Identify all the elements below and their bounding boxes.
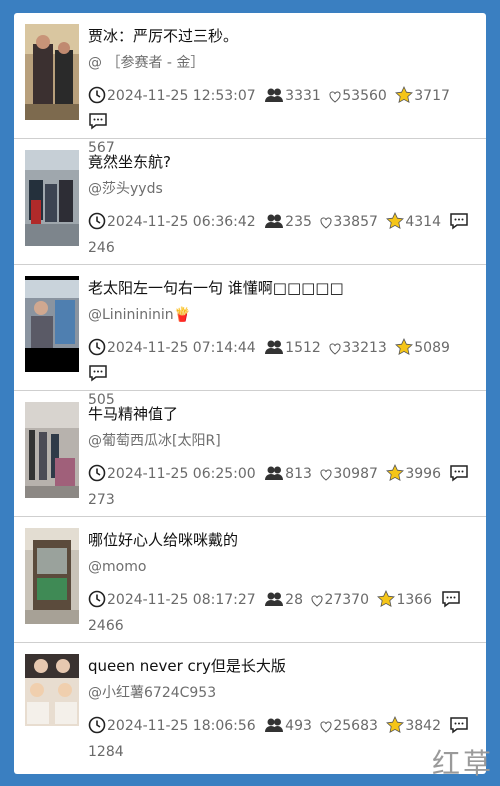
post-stars: 4314	[405, 214, 441, 230]
post-likes: 30987	[333, 466, 378, 482]
clock-icon	[88, 716, 106, 734]
post-date: 2024-11-25 18:06:56	[107, 718, 256, 734]
post-stars: 1366	[396, 592, 433, 608]
heart-icon	[320, 469, 332, 481]
post-list: 贾冰：严厉不过三秒。 @ ［参赛者 - 金］ 2024-11-25 12:53:…	[14, 13, 486, 774]
post-views: 3331	[285, 88, 321, 104]
post-author[interactable]: @葡萄西瓜冰[太阳R]	[88, 430, 474, 452]
heart-icon	[311, 595, 323, 607]
users-icon	[265, 214, 284, 228]
post-author[interactable]: @ ［参赛者 - 金］	[88, 52, 474, 74]
users-icon	[265, 718, 284, 732]
post-card[interactable]: 竟然坐东航? @莎头yyds 2024-11-25 06:36:42 235 3…	[14, 139, 486, 265]
post-date: 2024-11-25 06:36:42	[107, 214, 256, 230]
post-comments: 2466	[88, 618, 124, 634]
post-thumbnail[interactable]	[25, 528, 79, 624]
post-views: 235	[285, 214, 312, 230]
star-icon	[377, 590, 396, 607]
star-icon	[386, 464, 405, 481]
users-icon	[265, 340, 284, 354]
post-stars: 3717	[414, 88, 450, 104]
comment-icon	[450, 717, 469, 734]
post-meta: 2024-11-25 06:25:00 813 30987 3996 273	[88, 461, 476, 513]
post-stars: 3842	[405, 718, 441, 734]
users-icon	[265, 592, 284, 606]
watermark: 红草	[431, 747, 494, 780]
star-icon	[386, 716, 405, 733]
post-thumbnail[interactable]	[25, 654, 79, 726]
post-title[interactable]: 贾冰：严厉不过三秒。	[88, 25, 474, 47]
post-likes: 33857	[333, 214, 378, 230]
post-card[interactable]: 老太阳左一句右一句 谁懂啊□□□□□ @Lininininin🍟 2024-11…	[14, 265, 486, 408]
clock-icon	[88, 212, 106, 230]
clock-icon	[88, 86, 106, 104]
comment-icon	[441, 591, 460, 608]
post-date: 2024-11-25 12:53:07	[107, 88, 256, 104]
users-icon	[265, 466, 284, 480]
heart-icon	[329, 343, 341, 355]
post-card[interactable]: 贾冰：严厉不过三秒。 @ ［参赛者 - 金］ 2024-11-25 12:53:…	[14, 13, 486, 156]
post-author[interactable]: @莎头yyds	[88, 178, 474, 200]
post-author[interactable]: @Lininininin🍟	[88, 304, 474, 326]
heart-icon	[329, 91, 341, 103]
post-thumbnail[interactable]	[25, 276, 79, 372]
post-title[interactable]: 牛马精神值了	[88, 403, 474, 425]
post-views: 813	[285, 466, 312, 482]
post-title[interactable]: 竟然坐东航?	[88, 151, 474, 173]
post-thumbnail[interactable]	[25, 150, 79, 246]
post-title[interactable]: queen never cry但是长大版	[88, 655, 474, 677]
post-likes: 53560	[342, 88, 387, 104]
post-card[interactable]: 哪位好心人给咪咪戴的 @momo 2024-11-25 08:17:27 28 …	[14, 517, 486, 643]
star-icon	[386, 212, 405, 229]
post-likes: 25683	[333, 718, 378, 734]
clock-icon	[88, 338, 106, 356]
post-meta: 2024-11-25 06:36:42 235 33857 4314 246	[88, 209, 476, 261]
post-date: 2024-11-25 08:17:27	[107, 592, 256, 608]
post-card[interactable]: queen never cry但是长大版 @小红薯6724C953 2024-1…	[14, 643, 486, 769]
clock-icon	[88, 464, 106, 482]
comment-icon	[450, 213, 469, 230]
comment-icon	[89, 365, 107, 382]
post-views: 28	[285, 592, 303, 608]
clock-icon	[88, 590, 106, 608]
star-icon	[395, 86, 414, 103]
post-likes: 27370	[324, 592, 369, 608]
post-thumbnail[interactable]	[25, 24, 79, 120]
post-views: 1512	[285, 340, 321, 356]
heart-icon	[320, 217, 332, 229]
post-meta: 2024-11-25 08:17:27 28 27370 1366 2466	[88, 587, 476, 639]
post-card[interactable]: 牛马精神值了 @葡萄西瓜冰[太阳R] 2024-11-25 06:25:00 8…	[14, 391, 486, 517]
post-date: 2024-11-25 07:14:44	[107, 340, 256, 356]
heart-icon	[320, 721, 332, 733]
post-meta: 2024-11-25 18:06:56 493 25683 3842 1284	[88, 713, 476, 765]
post-date: 2024-11-25 06:25:00	[107, 466, 256, 482]
post-author[interactable]: @小红薯6724C953	[88, 682, 474, 704]
post-views: 493	[285, 718, 312, 734]
comment-icon	[450, 465, 469, 482]
comment-icon	[89, 113, 107, 130]
post-stars: 5089	[414, 340, 450, 356]
post-title[interactable]: 哪位好心人给咪咪戴的	[88, 529, 474, 551]
star-icon	[395, 338, 414, 355]
post-comments: 1284	[88, 744, 124, 760]
post-comments: 273	[88, 492, 115, 508]
post-author[interactable]: @momo	[88, 556, 474, 578]
post-stars: 3996	[405, 466, 441, 482]
users-icon	[265, 88, 284, 102]
post-comments: 246	[88, 240, 115, 256]
post-title[interactable]: 老太阳左一句右一句 谁懂啊□□□□□	[88, 277, 474, 299]
post-likes: 33213	[342, 340, 387, 356]
post-thumbnail[interactable]	[25, 402, 79, 498]
